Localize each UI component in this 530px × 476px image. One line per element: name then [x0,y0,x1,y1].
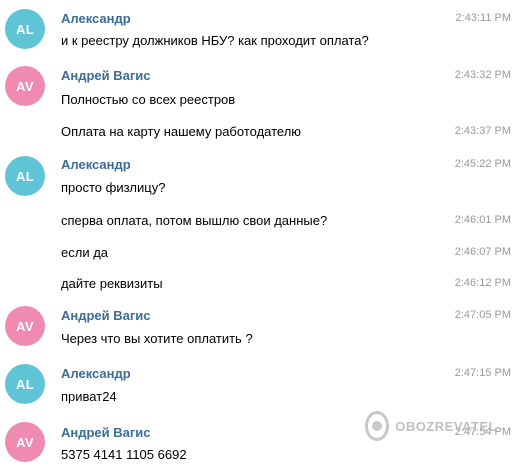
message-time: 2:46:01 PM [454,214,511,226]
message-text: Через что вы хотите оплатить ? [61,331,253,346]
message-time: 2:45:22 PM [454,158,511,170]
message-text: дайте реквизиты [61,276,163,291]
message-text: просто физлицу? [61,180,166,195]
avatar[interactable]: AV [5,306,45,346]
message-time: 2:43:37 PM [454,125,511,137]
sender-name[interactable]: Александр [61,366,131,381]
watermark: OBOZREVATEL [365,410,497,442]
obozrevatel-logo-icon [365,411,390,441]
avatar[interactable]: AV [5,66,45,106]
watermark-text: OBOZREVATEL [395,418,497,434]
sender-name[interactable]: Андрей Вагис [61,425,151,440]
message-text: 5375 4141 1105 6692 [61,447,187,462]
message-time: 2:47:15 PM [454,367,511,379]
message-time: 2:47:05 PM [454,309,511,321]
message-text: если да [61,245,109,260]
message-time: 2:43:11 PM [455,12,511,24]
chat-history: AL Александр 2:43:11 PM и к реестру долж… [0,0,530,476]
message-text: и к реестру должников НБУ? как проходит … [61,33,369,48]
sender-name[interactable]: Андрей Вагис [61,68,151,83]
message-time: 2:46:12 PM [454,277,511,289]
avatar[interactable]: AL [5,156,45,196]
sender-name[interactable]: Александр [61,11,131,26]
message-text: сперва оплата, потом вышлю свои данные? [61,213,328,228]
sender-name[interactable]: Андрей Вагис [61,308,151,323]
sender-name[interactable]: Александр [61,157,131,172]
message-time: 2:43:32 PM [454,69,511,81]
avatar[interactable]: AL [5,9,45,49]
message-text: Полностью со всех реестров [61,92,236,107]
message-text: приват24 [61,389,117,404]
message-text: Оплата на карту нашему работодателю [61,124,302,139]
avatar[interactable]: AL [5,364,45,404]
message-time: 2:46:07 PM [454,246,511,258]
avatar[interactable]: AV [5,422,45,462]
